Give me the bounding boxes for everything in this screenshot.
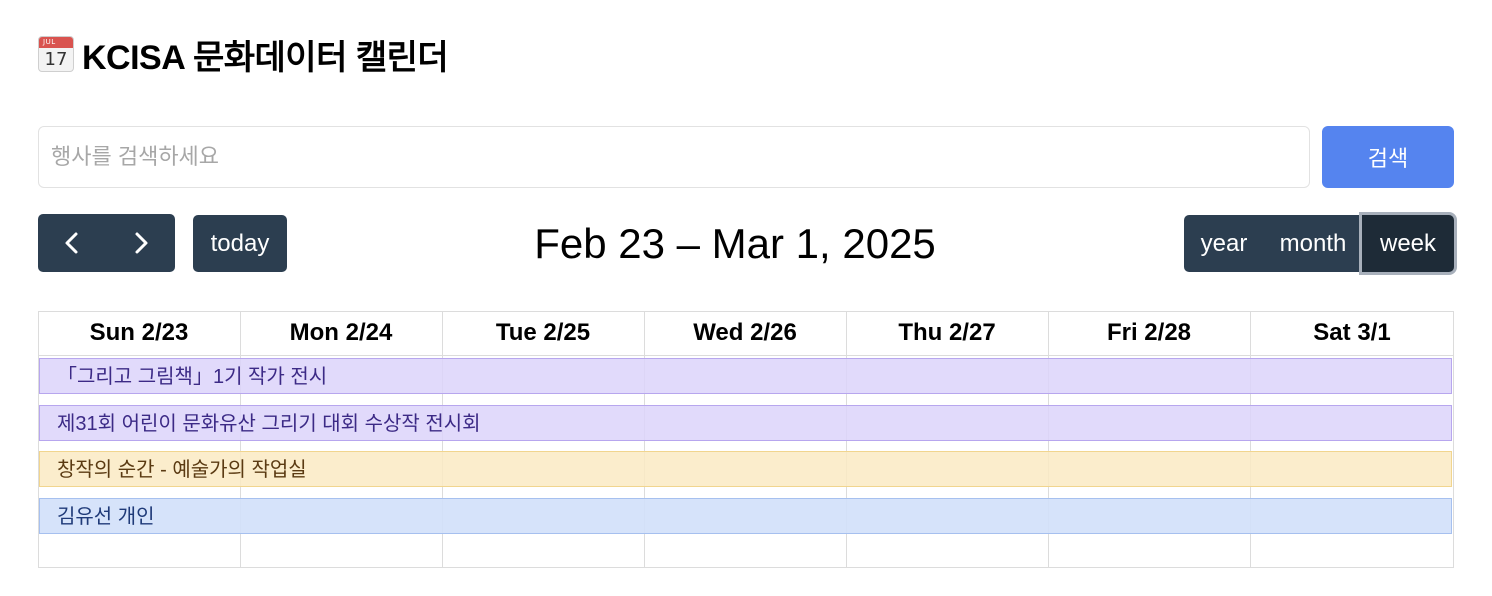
day-header: Thu 2/27	[898, 319, 996, 346]
chevron-right-icon	[135, 232, 148, 254]
grid-line	[38, 355, 1454, 356]
next-button[interactable]	[107, 214, 176, 272]
day-header: Fri 2/28	[1106, 319, 1192, 346]
view-week-button[interactable]: week	[1362, 215, 1454, 272]
calendar-event[interactable]: 김유선 개인	[39, 498, 1452, 534]
calendar-event[interactable]: 「그리고 그림책」1기 작가 전시	[39, 358, 1452, 394]
view-year-button[interactable]: year	[1184, 215, 1264, 272]
grid-line	[38, 567, 1454, 568]
day-header-row: Sun 2/23 Mon 2/24 Tue 2/25 Wed 2/26 Thu …	[38, 311, 1454, 355]
page-title: KCISA 문화데이터 캘린더	[82, 38, 449, 77]
prev-button[interactable]	[38, 214, 107, 272]
page-header: JUL 17 KCISA 문화데이터 캘린더	[38, 30, 449, 78]
prev-next-group	[38, 214, 175, 272]
calendar-icon: JUL 17	[38, 36, 74, 72]
day-header: Wed 2/26	[693, 319, 797, 346]
calendar-event[interactable]: 제31회 어린이 문화유산 그리기 대회 수상작 전시회	[39, 405, 1452, 441]
day-header: Sat 3/1	[1313, 319, 1391, 346]
day-header: Tue 2/25	[495, 319, 591, 346]
chevron-left-icon	[65, 232, 78, 254]
view-month-button[interactable]: month	[1264, 215, 1362, 272]
view-switcher: year month week	[1184, 215, 1456, 272]
calendar-event[interactable]: 창작의 순간 - 예술가의 작업실	[39, 451, 1452, 487]
day-header: Sun 2/23	[89, 319, 189, 346]
search-button[interactable]: 검색	[1322, 126, 1454, 188]
calendar-icon-month: JUL	[43, 38, 56, 46]
day-header: Mon 2/24	[289, 319, 393, 346]
today-button[interactable]: today	[193, 215, 287, 272]
calendar-icon-day: 17	[44, 49, 68, 70]
week-calendar-grid: Sun 2/23 Mon 2/24 Tue 2/25 Wed 2/26 Thu …	[38, 311, 1454, 568]
search-input[interactable]	[38, 126, 1310, 188]
date-range-title: Feb 23 – Mar 1, 2025	[534, 220, 936, 267]
